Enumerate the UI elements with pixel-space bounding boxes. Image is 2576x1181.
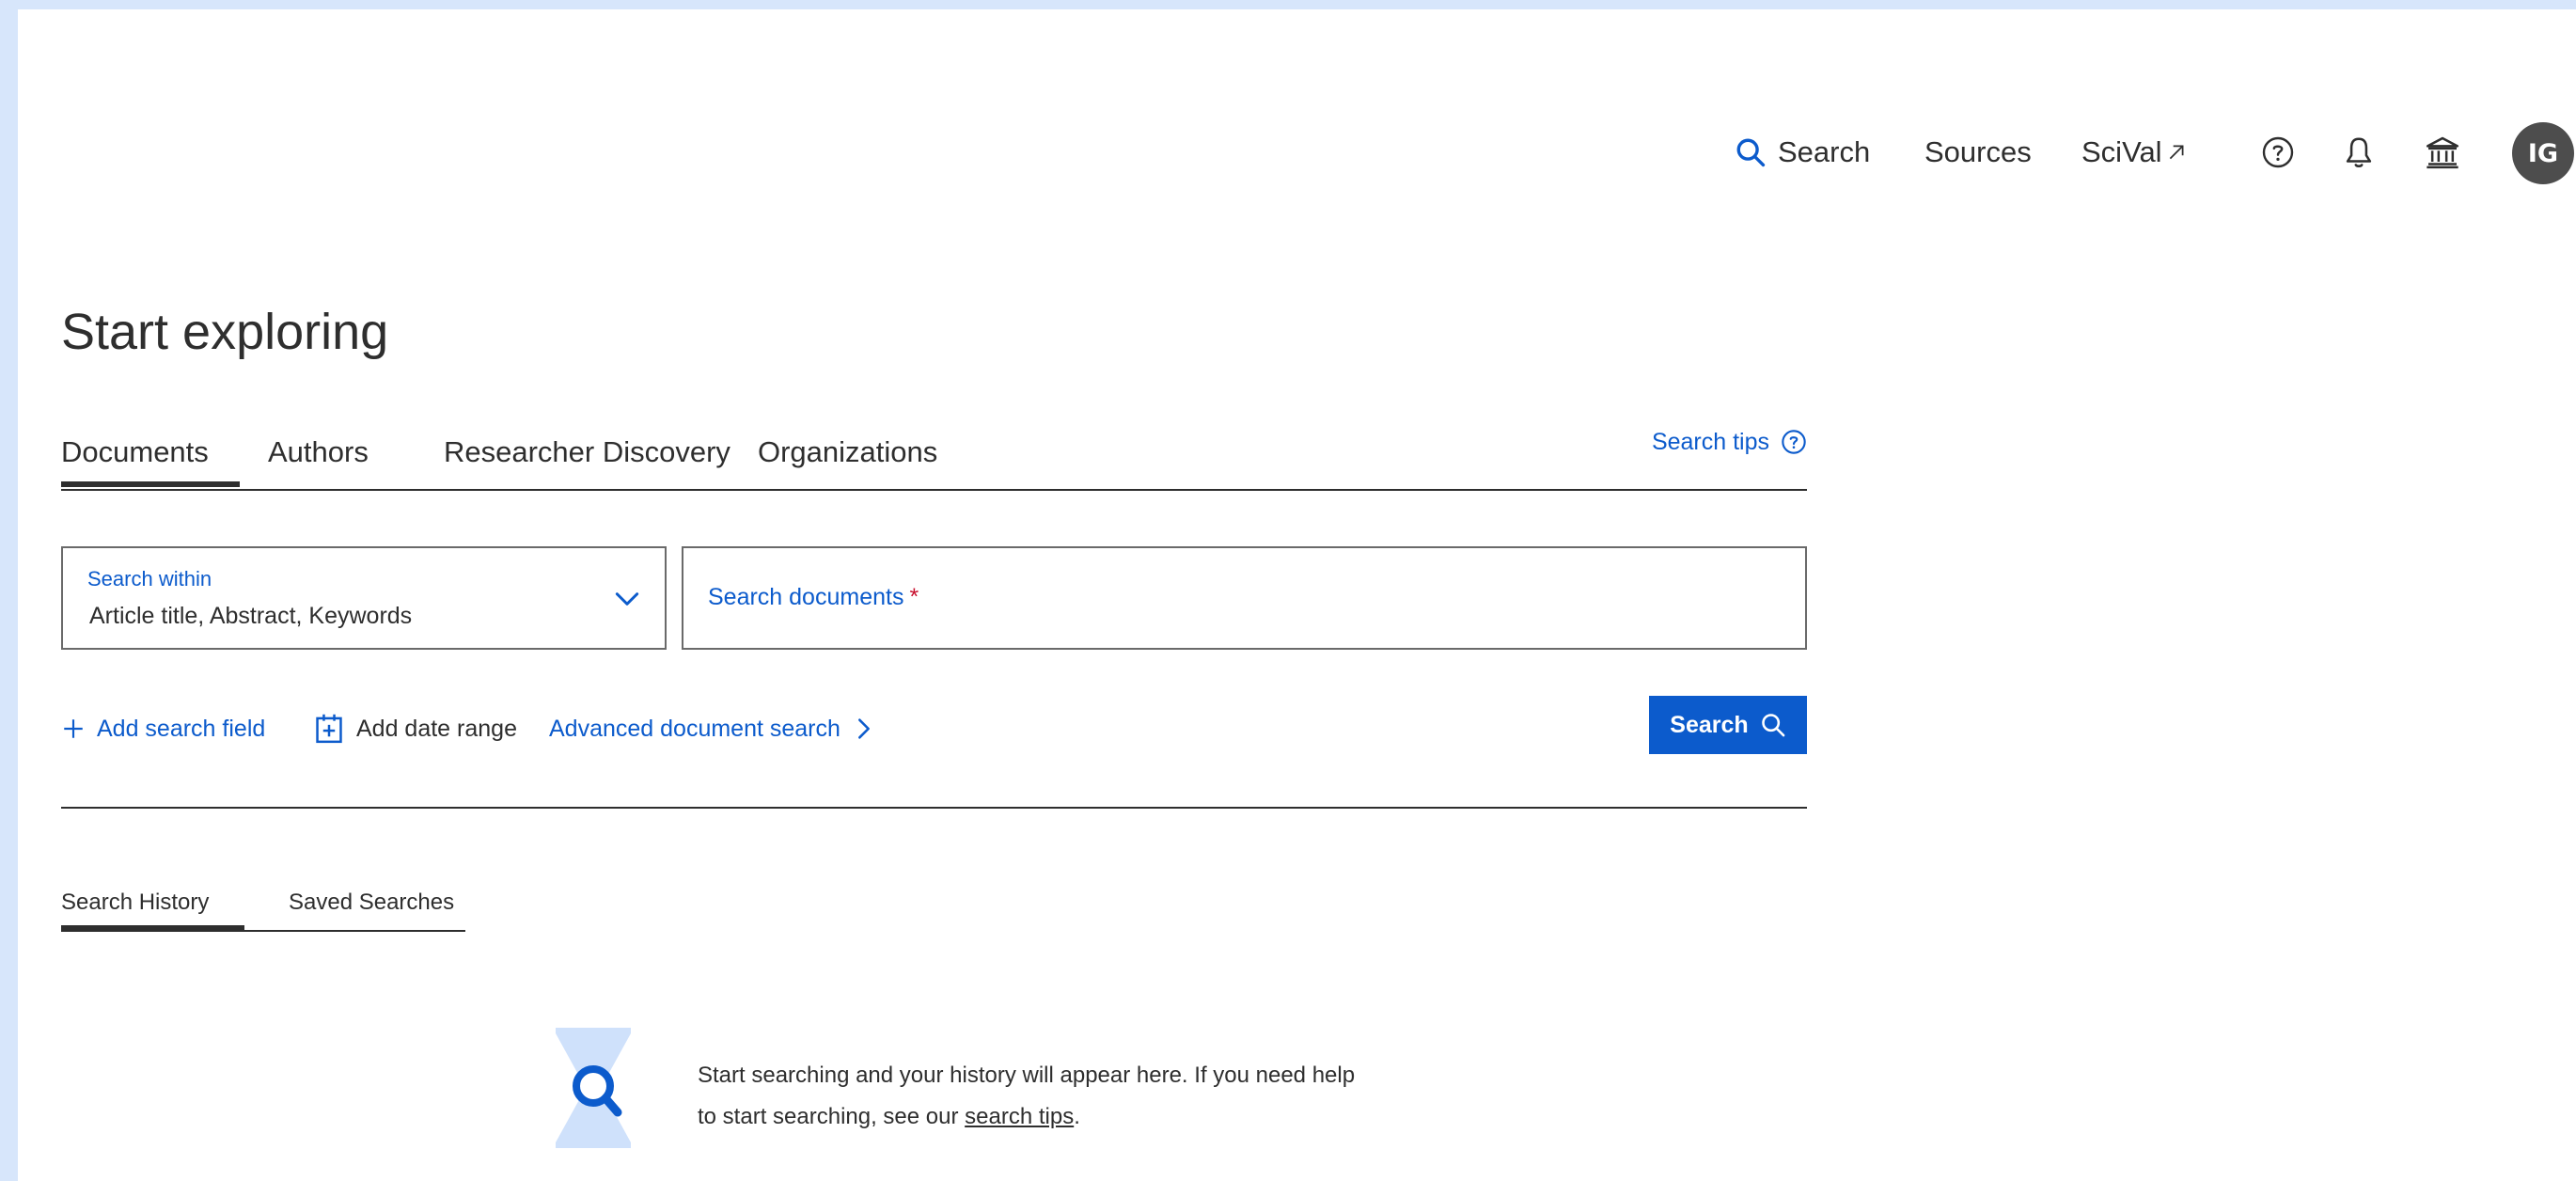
search-within-dropdown[interactable]: Search within Article title, Abstract, K… xyxy=(61,546,667,650)
external-link-icon xyxy=(2169,145,2184,160)
help-icon xyxy=(2262,136,2294,168)
search-type-tabs: Documents Authors Researcher Discovery O… xyxy=(61,423,1807,491)
search-tips-inline-link[interactable]: search tips xyxy=(965,1104,1074,1129)
institution-icon xyxy=(2426,136,2459,169)
advanced-document-search-label: Advanced document search xyxy=(549,715,840,742)
page-title: Start exploring xyxy=(61,304,389,360)
history-tabs: Search History Saved Searches xyxy=(61,879,465,932)
notifications-icon-button[interactable] xyxy=(2336,130,2381,175)
search-tips-link[interactable]: Search tips xyxy=(1652,423,1807,461)
help-icon-button[interactable] xyxy=(2255,130,2301,175)
tab-authors-label: Authors xyxy=(268,435,369,468)
search-icon xyxy=(1761,714,1785,737)
section-divider xyxy=(61,807,1807,809)
nav-search-link[interactable]: Search xyxy=(1735,122,1870,182)
tab-search-history-label: Search History xyxy=(61,889,210,915)
avatar-initials: IG xyxy=(2527,138,2559,168)
tab-researcher-discovery-label: Researcher Discovery xyxy=(444,435,730,468)
chevron-right-icon xyxy=(857,718,870,739)
nav-scival-label: SciVal xyxy=(2081,135,2162,168)
app-page: Search Sources SciVal IG Start exploring… xyxy=(18,9,2576,1181)
institution-icon-button[interactable] xyxy=(2420,130,2465,175)
hourglass-search-illustration xyxy=(556,1028,631,1148)
empty-history-suffix: . xyxy=(1074,1104,1080,1129)
user-avatar[interactable]: IG xyxy=(2512,122,2574,184)
calendar-add-icon xyxy=(316,714,342,744)
tab-saved-searches-label: Saved Searches xyxy=(289,889,455,915)
tab-organizations[interactable]: Organizations xyxy=(758,423,937,481)
chevron-down-icon xyxy=(615,592,639,606)
tab-documents[interactable]: Documents xyxy=(61,423,240,487)
help-circle-icon xyxy=(1782,430,1806,454)
advanced-document-search-link[interactable]: Advanced document search xyxy=(549,705,874,752)
search-actions-row: Add search field Add date range Advanced… xyxy=(61,705,1807,752)
tab-authors[interactable]: Authors xyxy=(268,423,369,481)
tab-organizations-label: Organizations xyxy=(758,435,938,468)
tab-researcher-discovery[interactable]: Researcher Discovery xyxy=(444,423,730,481)
search-button-label: Search xyxy=(1670,711,1749,738)
add-date-range-label: Add date range xyxy=(356,715,517,742)
nav-search-label: Search xyxy=(1778,135,1871,168)
nav-sources-label: Sources xyxy=(1924,135,2032,168)
document-search-input[interactable] xyxy=(683,548,1805,648)
document-search-field[interactable]: Search documents * xyxy=(682,546,1807,650)
top-navigation: Search Sources SciVal IG xyxy=(18,122,2576,184)
tab-saved-searches[interactable]: Saved Searches xyxy=(289,879,454,925)
empty-history-message: Start searching and your history will ap… xyxy=(698,1055,1374,1138)
search-button[interactable]: Search xyxy=(1649,696,1807,754)
tab-documents-label: Documents xyxy=(61,435,209,468)
nav-sources-link[interactable]: Sources xyxy=(1924,122,2032,182)
search-tips-label: Search tips xyxy=(1651,428,1769,455)
search-icon xyxy=(1736,138,1766,167)
plus-icon xyxy=(64,719,83,738)
search-within-label: Search within xyxy=(87,567,212,590)
search-within-value: Article title, Abstract, Keywords xyxy=(89,603,413,629)
add-date-range-button[interactable]: Add date range xyxy=(313,705,517,752)
add-search-field-button[interactable]: Add search field xyxy=(61,705,265,752)
nav-scival-link[interactable]: SciVal xyxy=(2081,122,2187,182)
bell-icon xyxy=(2346,137,2372,168)
tab-search-history[interactable]: Search History xyxy=(61,879,244,931)
add-search-field-label: Add search field xyxy=(97,715,266,742)
